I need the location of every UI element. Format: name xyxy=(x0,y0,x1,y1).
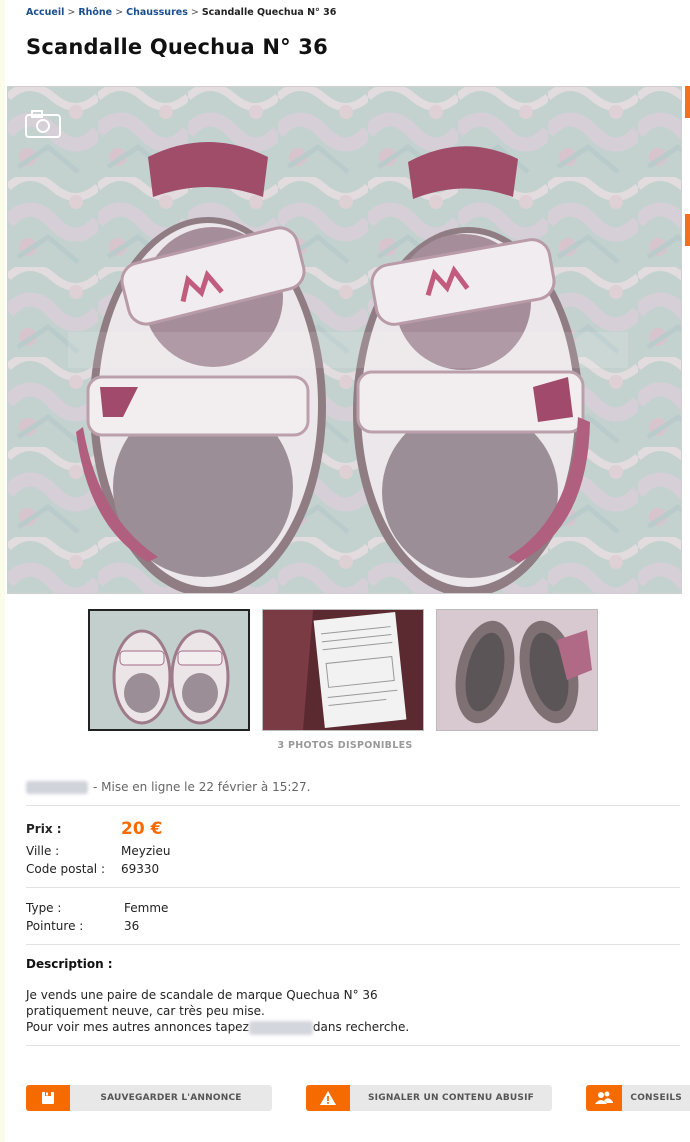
warning-icon xyxy=(306,1085,350,1111)
description-line: pratiquement neuve, car très peu mise. xyxy=(26,1004,265,1018)
divider xyxy=(26,805,680,806)
breadcrumb-region-link[interactable]: Rhône xyxy=(78,7,112,18)
save-icon xyxy=(26,1085,70,1111)
save-listing-button[interactable]: SAUVEGARDER L'ANNONCE xyxy=(26,1085,272,1111)
seller-name-blurred[interactable] xyxy=(26,781,88,794)
description-label: Description : xyxy=(26,957,113,971)
save-listing-label: SAUVEGARDER L'ANNONCE xyxy=(100,1093,242,1103)
postal-label: Code postal : xyxy=(26,862,105,876)
people-icon xyxy=(586,1085,623,1111)
posted-date: - Mise en ligne le 22 février à 15:27. xyxy=(93,780,311,794)
size-value: 36 xyxy=(124,919,140,933)
price-value: 20 € xyxy=(121,819,163,839)
side-accent-mark xyxy=(685,86,690,118)
report-abuse-button[interactable]: SIGNALER UN CONTENU ABUSIF xyxy=(306,1085,552,1111)
breadcrumb-category-link[interactable]: Chaussures xyxy=(126,7,188,18)
divider xyxy=(26,944,680,945)
price-label: Prix : xyxy=(26,822,62,836)
description-line: Je vends une paire de scandale de marque… xyxy=(26,988,378,1002)
description-text: Je vends une paire de scandale de marque… xyxy=(26,987,409,1035)
report-abuse-label: SIGNALER UN CONTENU ABUSIF xyxy=(368,1093,534,1103)
postal-value: 69330 xyxy=(121,862,160,876)
search-term-blurred xyxy=(248,1020,313,1035)
description-line: Pour voir mes autres annonces tapez dans … xyxy=(26,1019,409,1035)
divider xyxy=(26,887,680,888)
city-label: Ville : xyxy=(26,844,60,858)
page-left-rule xyxy=(0,0,5,1142)
breadcrumb-current: Scandalle Quechua N° 36 xyxy=(201,7,337,18)
size-label: Pointure : xyxy=(26,919,84,933)
thumbnail-photo-3[interactable] xyxy=(436,609,598,731)
side-accent-mark xyxy=(685,214,690,246)
photos-available-caption: 3 PHOTOS DISPONIBLES xyxy=(277,740,413,751)
main-photo[interactable] xyxy=(7,86,682,594)
divider xyxy=(26,1045,680,1046)
thumbnail-photo-2[interactable] xyxy=(262,609,424,731)
description-line-part: dans recherche. xyxy=(312,1020,410,1034)
type-label: Type : xyxy=(26,901,62,915)
advice-button[interactable]: CONSEILS xyxy=(586,1085,690,1111)
breadcrumb-home-link[interactable]: Accueil xyxy=(26,7,64,18)
thumbnail-photo-1[interactable] xyxy=(88,609,250,731)
advice-label: CONSEILS xyxy=(630,1093,682,1103)
city-value: Meyzieu xyxy=(121,844,171,858)
page-title: Scandalle Quechua N° 36 xyxy=(26,35,328,59)
description-line-part: Pour voir mes autres annonces tapez xyxy=(26,1020,249,1034)
type-value: Femme xyxy=(124,901,169,915)
breadcrumb: Accueil > Rhône > Chaussures > Scandalle Quech… xyxy=(26,7,337,18)
posted-info: - Mise en ligne le 22 février à 15:27. xyxy=(26,780,310,794)
